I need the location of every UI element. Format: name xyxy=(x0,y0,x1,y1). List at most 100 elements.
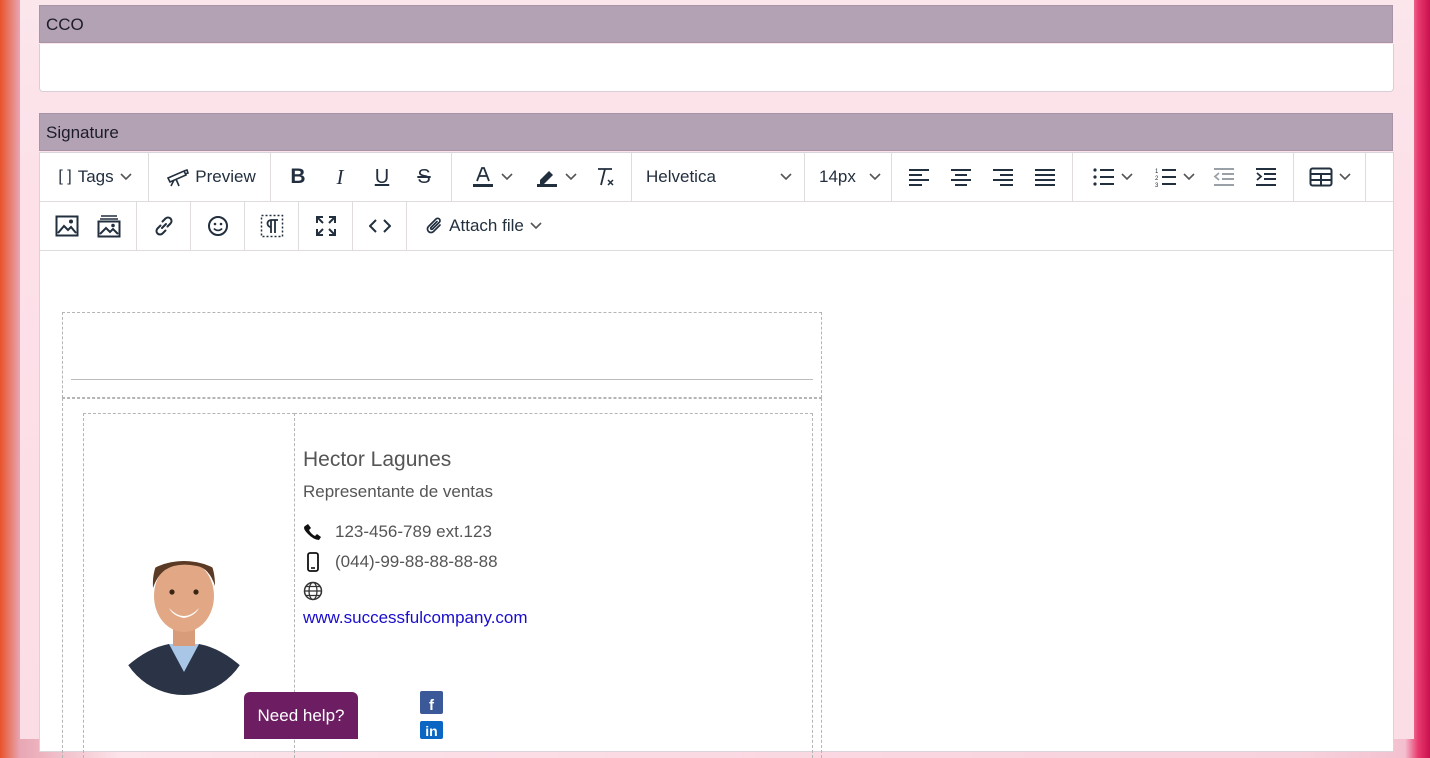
signature-role: Representante de ventas xyxy=(303,482,493,501)
need-help-button[interactable]: Need help? xyxy=(244,692,358,739)
indent-icon xyxy=(1256,168,1276,186)
telescope-icon xyxy=(167,168,190,187)
clear-format-icon xyxy=(598,168,614,186)
bullet-list-button[interactable] xyxy=(1085,153,1141,201)
tags-button[interactable]: [ ] Tags xyxy=(52,153,138,201)
font-family-select[interactable]: Helvetica xyxy=(646,153,792,201)
toolbar-group-emoji xyxy=(191,202,245,250)
insert-link-button[interactable] xyxy=(149,202,179,250)
cco-input[interactable] xyxy=(39,44,1394,92)
signature-mobile: (044)-99-88-88-88-88 xyxy=(335,552,498,571)
chevron-down-icon xyxy=(869,173,881,181)
attach-file-button[interactable]: Attach file xyxy=(421,202,547,250)
underline-button[interactable]: U xyxy=(367,153,397,201)
signature-label-text: Signature xyxy=(46,123,119,142)
signature-web-row xyxy=(303,579,335,603)
toolbar-group-color xyxy=(452,153,632,201)
chevron-down-icon xyxy=(1339,173,1351,181)
signature-phone-row: 123-456-789 ext.123 xyxy=(303,520,492,544)
paragraph-blocks-icon xyxy=(260,214,284,238)
toolbar-row-1: [ ] Tags Preview B I U S Helvetica 14px … xyxy=(40,153,1393,202)
outdent-button[interactable] xyxy=(1209,153,1239,201)
numbered-list-button[interactable]: 123 xyxy=(1147,153,1203,201)
italic-icon: I xyxy=(336,164,344,189)
facebook-icon[interactable]: f xyxy=(420,691,443,714)
globe-icon xyxy=(303,581,323,601)
show-blocks-button[interactable] xyxy=(257,202,287,250)
image-icon xyxy=(55,215,79,237)
bold-icon: B xyxy=(290,165,306,188)
indent-button[interactable] xyxy=(1251,153,1281,201)
toolbar-group-align xyxy=(892,153,1073,201)
highlighter-icon xyxy=(537,171,557,187)
source-code-button[interactable] xyxy=(365,202,395,250)
clear-format-button[interactable] xyxy=(590,153,620,201)
mobile-phone-icon xyxy=(303,552,323,572)
table-button[interactable] xyxy=(1304,153,1356,201)
chevron-down-icon xyxy=(530,222,542,230)
emoji-button[interactable] xyxy=(203,202,233,250)
chevron-down-icon xyxy=(501,173,513,181)
bold-button[interactable]: B xyxy=(283,153,313,201)
toolbar-row-2: Attach file xyxy=(40,202,1393,251)
toolbar-group-preview: Preview xyxy=(149,153,271,201)
align-justify-button[interactable] xyxy=(1030,153,1060,201)
cco-label-text: CCO xyxy=(46,15,84,34)
align-center-button[interactable] xyxy=(946,153,976,201)
cco-label: CCO xyxy=(39,5,1393,43)
linkedin-icon[interactable]: in xyxy=(420,721,443,739)
text-color-button[interactable] xyxy=(464,153,520,201)
paperclip-icon xyxy=(426,217,442,234)
chevron-down-icon xyxy=(1183,173,1195,181)
underline-icon: U xyxy=(374,165,390,188)
toolbar-group-images xyxy=(40,202,137,250)
signature-mobile-row: (044)-99-88-88-88-88 xyxy=(303,550,498,574)
fullscreen-button[interactable] xyxy=(311,202,341,250)
attach-file-label: Attach file xyxy=(449,216,524,235)
insert-image-button[interactable] xyxy=(52,202,82,250)
align-justify-icon xyxy=(1035,169,1055,186)
signature-top-block[interactable] xyxy=(62,312,822,398)
align-center-icon xyxy=(951,169,971,186)
signature-label: Signature xyxy=(39,113,1393,151)
align-right-icon xyxy=(993,169,1013,186)
font-size-value: 14px xyxy=(819,167,856,186)
chevron-down-icon xyxy=(780,173,792,181)
strikethrough-button[interactable]: S xyxy=(409,153,439,201)
emoji-icon xyxy=(208,216,228,236)
image-gallery-button[interactable] xyxy=(94,202,124,250)
phone-icon xyxy=(303,523,323,541)
font-size-select[interactable]: 14px xyxy=(819,153,881,201)
toolbar-group-fullscreen xyxy=(299,202,353,250)
toolbar-group-lists: 123 xyxy=(1073,153,1294,201)
divider-line xyxy=(71,379,813,380)
toolbar-group-blocks xyxy=(245,202,299,250)
toolbar-group-code xyxy=(353,202,407,250)
align-right-button[interactable] xyxy=(988,153,1018,201)
chevron-down-icon xyxy=(1121,173,1133,181)
toolbar-group-tags: [ ] Tags xyxy=(40,153,149,201)
tags-label: Tags xyxy=(77,167,114,186)
brackets-icon: [ ] xyxy=(58,168,72,185)
outdent-icon xyxy=(1213,168,1234,186)
avatar xyxy=(117,561,251,695)
toolbar-group-size: 14px xyxy=(805,153,892,201)
toolbar-group-format: B I U S xyxy=(271,153,452,201)
svg-text:3: 3 xyxy=(1155,183,1159,187)
align-left-button[interactable] xyxy=(904,153,934,201)
signature-website-link[interactable]: www.successfulcompany.com xyxy=(303,608,528,628)
toolbar-group-link xyxy=(137,202,191,250)
chevron-down-icon xyxy=(565,173,577,181)
bullet-list-icon xyxy=(1093,168,1114,186)
text-color-icon xyxy=(473,167,493,187)
chevron-down-icon xyxy=(120,173,132,181)
italic-button[interactable]: I xyxy=(325,153,355,201)
signature-name: Hector Lagunes xyxy=(303,448,452,471)
highlight-color-button[interactable] xyxy=(528,153,584,201)
preview-button[interactable]: Preview xyxy=(163,153,259,201)
table-icon xyxy=(1309,167,1333,187)
link-icon xyxy=(155,216,173,236)
svg-text:2: 2 xyxy=(1155,176,1159,182)
fullscreen-icon xyxy=(316,216,336,236)
toolbar-group-table xyxy=(1294,153,1366,201)
